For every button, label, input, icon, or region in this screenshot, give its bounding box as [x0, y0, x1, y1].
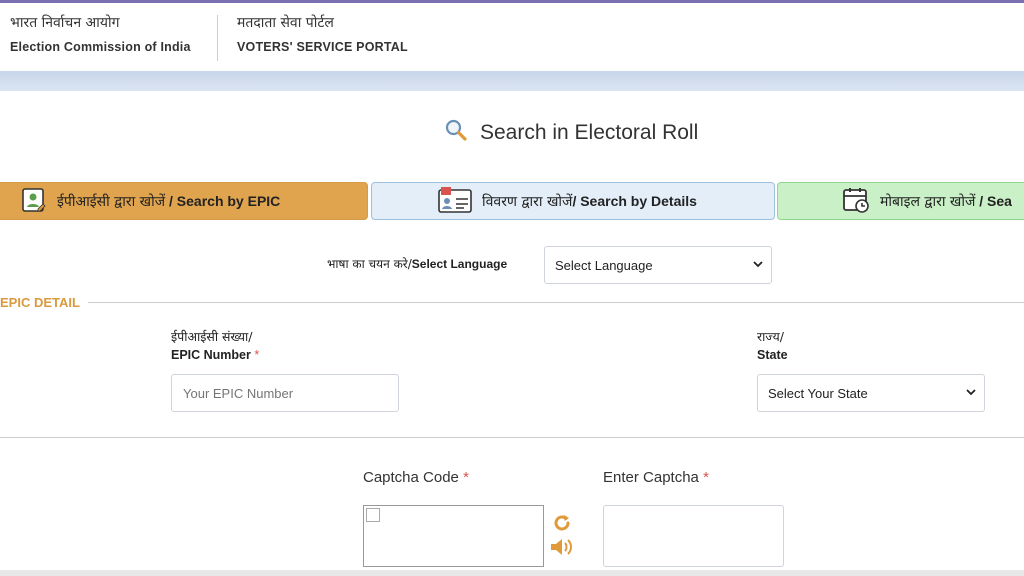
- tab-mobile-english: / Sea: [975, 192, 1012, 209]
- tab-details-english: / Search by Details: [572, 192, 697, 209]
- bottom-scroll-edge: [0, 570, 1024, 576]
- enter-captcha-label: Enter Captcha *: [603, 469, 709, 486]
- captcha-code-label: Captcha Code *: [363, 469, 469, 486]
- epic-label-hindi: ईपीआईसी संख्या/: [171, 329, 253, 344]
- eci-branding[interactable]: भारत निर्वाचन आयोग Election Commission o…: [10, 13, 191, 54]
- page-title: Search in Electoral Roll: [480, 120, 699, 144]
- broken-image-icon: [366, 508, 380, 522]
- required-asterisk: *: [703, 469, 709, 486]
- refresh-captcha-button[interactable]: [552, 513, 572, 538]
- portal-hindi-name: मतदाता सेवा पोर्टल: [237, 15, 334, 31]
- header-divider: [217, 15, 218, 61]
- chevron-down-icon: [753, 259, 763, 271]
- tab-search-by-epic[interactable]: ईपीआईसी द्वारा खोजें / Search by EPIC: [0, 182, 368, 220]
- language-label-hindi: भाषा का चयन करे/: [327, 257, 412, 271]
- language-label: भाषा का चयन करे/Select Language: [327, 255, 507, 272]
- refresh-icon: [552, 515, 572, 537]
- tab-search-by-details[interactable]: विवरण द्वारा खोजें/ Search by Details: [371, 182, 775, 220]
- language-label-english: Select Language: [411, 257, 508, 271]
- epic-number-label: ईपीआईसी संख्या/ EPIC Number *: [171, 327, 259, 365]
- tab-epic-hindi: ईपीआईसी द्वारा खोजें: [57, 193, 166, 210]
- header-band: [0, 71, 1024, 91]
- required-asterisk: *: [463, 469, 469, 486]
- details-card-icon: [438, 186, 472, 217]
- id-card-icon: [21, 187, 47, 216]
- tab-search-by-mobile[interactable]: मोबाइल द्वारा खोजें / Sea: [777, 182, 1024, 220]
- state-selected-value: Select Your State: [768, 385, 868, 401]
- captcha-image: [363, 505, 544, 567]
- portal-english-name: VOTERS' SERVICE PORTAL: [237, 40, 408, 54]
- state-label-hindi: राज्य/: [757, 329, 784, 344]
- captcha-input[interactable]: [603, 505, 784, 567]
- epic-label-english: EPIC Number: [171, 348, 251, 362]
- state-select[interactable]: Select Your State: [757, 374, 985, 412]
- tab-details-hindi: विवरण द्वारा खोजें: [482, 193, 573, 210]
- enter-captcha-text: Enter Captcha: [603, 469, 699, 486]
- required-asterisk: *: [254, 348, 260, 362]
- chevron-down-icon: [966, 387, 976, 399]
- form-divider: [0, 437, 1024, 438]
- tab-mobile-hindi: मोबाइल द्वारा खोजें: [880, 193, 976, 210]
- portal-branding[interactable]: मतदाता सेवा पोर्टल VOTERS' SERVICE PORTA…: [237, 13, 408, 54]
- epic-number-input[interactable]: [171, 374, 399, 412]
- eci-hindi-name: भारत निर्वाचन आयोग: [10, 15, 120, 31]
- state-label-english: State: [757, 348, 788, 362]
- epic-detail-heading: EPIC DETAIL: [0, 295, 80, 310]
- language-selected-value: Select Language: [555, 257, 653, 273]
- audio-captcha-button[interactable]: [550, 537, 576, 562]
- page-heading: Search in Electoral Roll: [444, 118, 698, 147]
- captcha-code-text: Captcha Code: [363, 469, 459, 486]
- site-header: भारत निर्वाचन आयोग Election Commission o…: [0, 3, 1024, 71]
- tab-epic-english: / Search by EPIC: [165, 192, 281, 209]
- speaker-icon: [550, 539, 576, 561]
- section-divider: [88, 302, 1024, 303]
- eci-english-name: Election Commission of India: [10, 40, 191, 54]
- state-label: राज्य/ State: [757, 327, 788, 365]
- search-icon: [444, 118, 468, 147]
- language-select[interactable]: Select Language: [544, 246, 772, 284]
- calendar-phone-icon: [842, 186, 870, 217]
